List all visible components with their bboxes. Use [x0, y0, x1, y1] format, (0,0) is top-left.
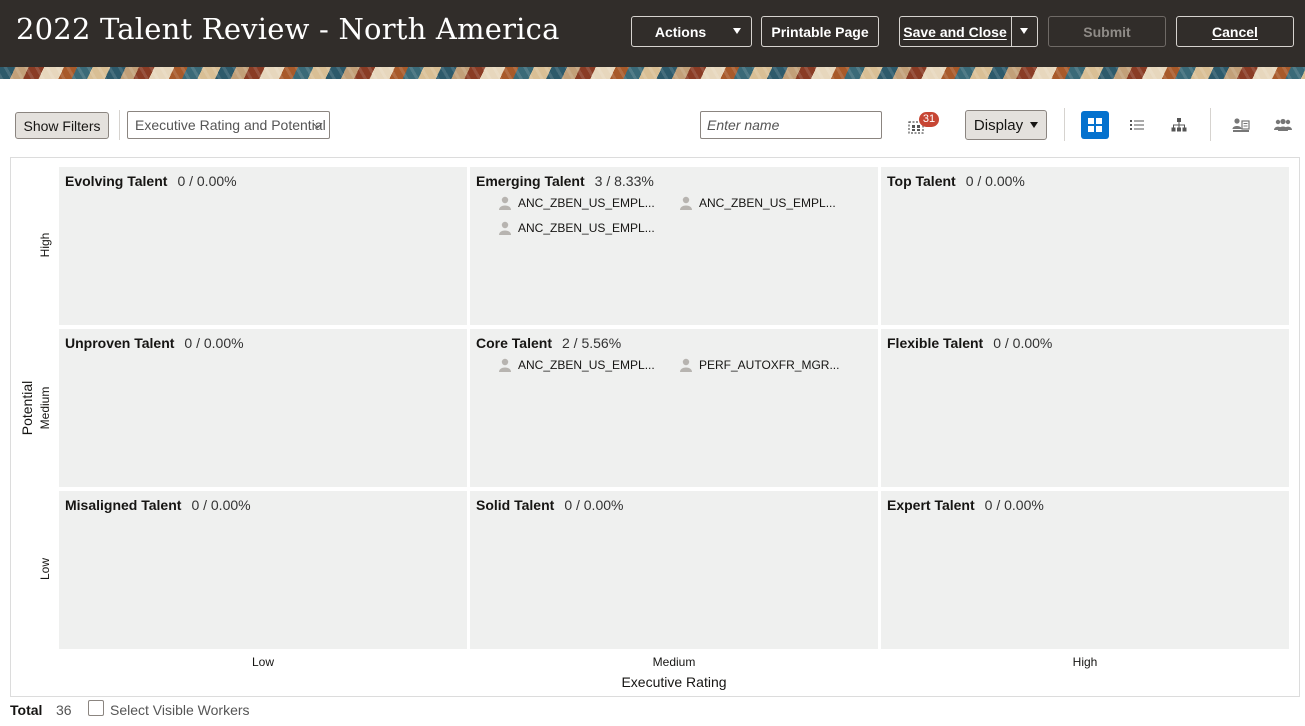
cell-title: Misaligned Talent [65, 497, 182, 513]
employee-name: ANC_ZBEN_US_EMPL... [518, 196, 655, 210]
row-label-low: Low [38, 558, 52, 581]
person-icon [680, 358, 692, 372]
x-axis-title: Executive Rating [621, 674, 727, 690]
chevron-down-icon[interactable] [1020, 28, 1028, 34]
cell-title: Expert Talent [887, 497, 975, 513]
view-select[interactable]: Executive Rating and Potential [127, 111, 330, 139]
cell-count: 0 / 0.00% [564, 497, 624, 513]
employee-name: ANC_ZBEN_US_EMPL... [699, 196, 836, 210]
grid-cell-evolving-talent[interactable]: Evolving Talent 0 / 0.00% [59, 167, 467, 325]
person-card-icon[interactable] [1227, 111, 1255, 139]
person-icon [680, 196, 692, 210]
cell-count: 0 / 0.00% [965, 173, 1025, 189]
col-label-high: High [1072, 655, 1098, 669]
chevron-down-icon [1030, 122, 1039, 128]
display-label: Display [973, 116, 1024, 134]
cell-count: 0 / 0.00% [177, 173, 237, 189]
display-button[interactable]: Display [965, 110, 1047, 140]
grid-cell-unproven-talent[interactable]: Unproven Talent 0 / 0.00% [59, 329, 467, 487]
person-icon [499, 196, 511, 210]
employee-item[interactable]: PERF_AUTOXFR_MGR... [679, 358, 839, 372]
toolbar-divider [119, 110, 120, 140]
save-and-close-button[interactable]: Save and Close [899, 16, 1038, 47]
decorative-banner [0, 67, 1305, 79]
view-select-value: Executive Rating and Potential [135, 117, 326, 133]
row-label-medium: Medium [38, 386, 52, 430]
cancel-label: Cancel [1212, 23, 1258, 40]
grid-cell-expert-talent[interactable]: Expert Talent 0 / 0.00% [881, 491, 1289, 649]
grid-cell-emerging-talent[interactable]: Emerging Talent 3 / 8.33% ANC_ZBEN_US_EMP… [470, 167, 878, 325]
cell-count: 3 / 8.33% [594, 173, 654, 189]
total-count: 36 [56, 702, 72, 718]
grid-cell-misaligned-talent[interactable]: Misaligned Talent 0 / 0.00% [59, 491, 467, 649]
y-axis-title: Potential [19, 380, 35, 436]
cell-count: 0 / 0.00% [984, 497, 1044, 513]
cancel-button[interactable]: Cancel [1176, 16, 1294, 47]
col-label-medium: Medium [652, 655, 696, 669]
toolbar-divider [1210, 108, 1211, 141]
hierarchy-icon[interactable] [1165, 111, 1193, 139]
grid-cell-core-talent[interactable]: Core Talent 2 / 5.56% ANC_ZBEN_US_EMPL...… [470, 329, 878, 487]
grid-view-icon[interactable] [1081, 111, 1109, 139]
employee-item[interactable]: ANC_ZBEN_US_EMPL... [679, 196, 836, 210]
employee-item[interactable]: ANC_ZBEN_US_EMPL... [498, 358, 655, 372]
employee-item[interactable]: ANC_ZBEN_US_EMPL... [498, 221, 655, 235]
cell-title: Unproven Talent [65, 335, 175, 351]
cell-title: Flexible Talent [887, 335, 984, 351]
total-label: Total [10, 702, 43, 718]
chevron-down-icon [733, 28, 741, 34]
grid-cell-flexible-talent[interactable]: Flexible Talent 0 / 0.00% [881, 329, 1289, 487]
select-visible-workers-checkbox[interactable] [88, 700, 104, 716]
selection-count-badge: 31 [919, 112, 939, 127]
actions-label: Actions [654, 23, 707, 40]
toolbar-divider [1064, 108, 1065, 141]
page-title: 2022 Talent Review - North America [16, 12, 560, 46]
submit-button[interactable]: Submit [1048, 16, 1166, 47]
row-label-high: High [38, 232, 52, 258]
grid-cell-top-talent[interactable]: Top Talent 0 / 0.00% [881, 167, 1289, 325]
page-header: 2022 Talent Review - North America Actio… [0, 0, 1305, 67]
employee-name: PERF_AUTOXFR_MGR... [699, 358, 840, 372]
actions-button[interactable]: Actions [631, 16, 752, 47]
person-icon [499, 221, 511, 235]
col-label-low: Low [251, 655, 274, 669]
cell-title: Core Talent [476, 335, 552, 351]
cell-count: 0 / 0.00% [993, 335, 1053, 351]
save-and-close-label: Save and Close [903, 23, 1007, 40]
list-view-icon[interactable] [1123, 111, 1151, 139]
printable-page-button[interactable]: Printable Page [761, 16, 879, 47]
cell-count: 0 / 0.00% [191, 497, 251, 513]
group-icon[interactable] [1269, 111, 1297, 139]
employee-name: ANC_ZBEN_US_EMPL... [518, 221, 655, 235]
person-icon [499, 358, 511, 372]
select-visible-workers-label[interactable]: Select Visible Workers [110, 702, 250, 718]
cell-count: 2 / 5.56% [561, 335, 622, 351]
show-filters-button[interactable]: Show Filters [15, 112, 109, 139]
cell-title: Evolving Talent [65, 173, 168, 189]
cell-title: Solid Talent [476, 497, 555, 513]
split-divider [1011, 17, 1012, 46]
cell-title: Top Talent [887, 173, 956, 189]
grid-cell-solid-talent[interactable]: Solid Talent 0 / 0.00% [470, 491, 878, 649]
cell-title: Emerging Talent [476, 173, 585, 189]
name-search-input[interactable] [700, 111, 882, 139]
employee-name: ANC_ZBEN_US_EMPL... [518, 358, 655, 372]
cell-count: 0 / 0.00% [184, 335, 244, 351]
employee-item[interactable]: ANC_ZBEN_US_EMPL... [498, 196, 655, 210]
